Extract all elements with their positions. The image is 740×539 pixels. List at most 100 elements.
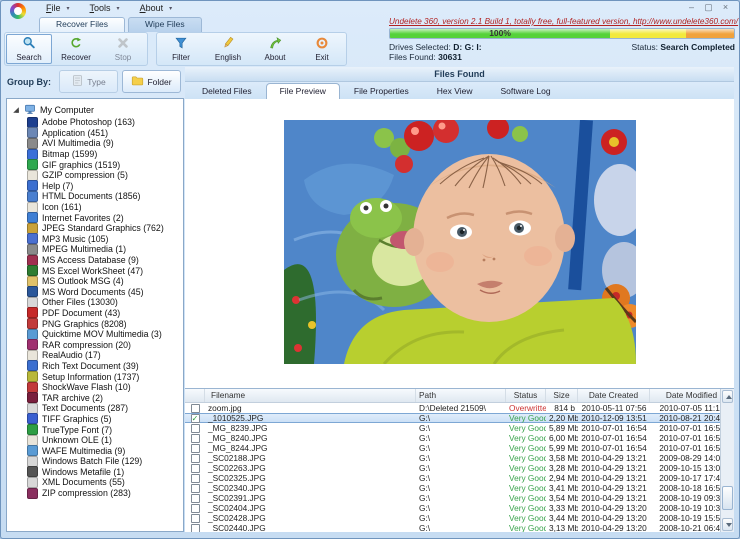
scroll-thumb[interactable]: [722, 486, 733, 511]
checkbox[interactable]: [190, 443, 200, 453]
tree-item-pdf-document[interactable]: PDF Document (43): [27, 307, 183, 319]
tree-item-mpeg-multimedia[interactable]: MPEG Multimedia (1): [27, 243, 183, 255]
close-icon[interactable]: ×: [719, 2, 732, 13]
ribbon-tab-bar: Recover Files Wipe Files: [39, 17, 202, 32]
tab-file-properties[interactable]: File Properties: [340, 83, 423, 99]
tree-item-zip-compression[interactable]: ZIP compression (283): [27, 487, 183, 499]
tree-item-other-files[interactable]: Other Files (13030): [27, 296, 183, 308]
column-header-checkbox[interactable]: [185, 389, 205, 402]
tab-hex-view[interactable]: Hex View: [423, 83, 487, 99]
tree-item-xml-documents[interactable]: XML Documents (55): [27, 476, 183, 488]
table-row[interactable]: _SC02428.JPG G:\ Very Good 3,44 Mb 2010-04-2…: [185, 513, 734, 523]
table-row[interactable]: _MG_8244.JPG G:\ Very Good 5,99 Mb 2010-07-0…: [185, 443, 734, 453]
table-scrollbar[interactable]: [720, 389, 734, 532]
tree-item-tiff-graphics[interactable]: TIFF Graphics (5): [27, 413, 183, 425]
checkbox[interactable]: [190, 433, 200, 443]
menu-item-file[interactable]: File ▾: [46, 3, 70, 13]
table-row[interactable]: ✓ _1010525.JPG G:\ Very Good 2,20 Mb 2010-12-…: [185, 413, 734, 423]
menu-item-about[interactable]: About ▾: [140, 3, 173, 13]
table-row[interactable]: _MG_8239.JPG G:\ Very Good 5,89 Mb 2010-07-0…: [185, 423, 734, 433]
tree-item-rich-text-document[interactable]: Rich Text Document (39): [27, 360, 183, 372]
about-button[interactable]: About: [252, 34, 298, 64]
checkbox[interactable]: [190, 483, 200, 493]
tree-root-my-computer[interactable]: My Computer: [12, 104, 183, 116]
tree-item-png-graphics[interactable]: PNG Graphics (8208): [27, 318, 183, 330]
cell-filename: _MG_8239.JPG: [208, 423, 268, 433]
table-row[interactable]: _SC02325.JPG G:\ Very Good 2,94 Mb 2010-04-2…: [185, 473, 734, 483]
tree-item-gif-graphics[interactable]: GIF graphics (1519): [27, 159, 183, 171]
tree-item-truetype-font[interactable]: TrueType Font (7): [27, 424, 183, 436]
scroll-up-icon[interactable]: [722, 390, 733, 403]
table-row[interactable]: _SC02404.JPG G:\ Very Good 3,33 Mb 2010-04-2…: [185, 503, 734, 513]
column-header-size[interactable]: Size: [546, 389, 578, 402]
tree-item-application[interactable]: Application (451): [27, 127, 183, 139]
tree-item-ms-outlook-msg[interactable]: MS Outlook MSG (4): [27, 275, 183, 287]
checkbox[interactable]: [190, 403, 200, 413]
checkbox[interactable]: [190, 513, 200, 523]
tree-item-rar-compression[interactable]: RAR compression (20): [27, 339, 183, 351]
tree-item-avi-multimedia[interactable]: AVI Multimedia (9): [27, 137, 183, 149]
column-header-path[interactable]: Path: [416, 389, 506, 402]
checkbox[interactable]: [190, 423, 200, 433]
column-header-filename[interactable]: Filename: [205, 389, 416, 402]
ribbon-tab-recover-files[interactable]: Recover Files: [39, 17, 125, 32]
tree-item-setup-information[interactable]: Setup Information (1737): [27, 371, 183, 383]
table-row[interactable]: _SC02340.JPG G:\ Very Good 3,41 Mb 2010-04-2…: [185, 483, 734, 493]
tree-item-shockwave-flash[interactable]: ShockWave Flash (10): [27, 381, 183, 393]
cell-status: Overwritten: [509, 403, 546, 413]
table-row[interactable]: _SC02188.JPG G:\ Very Good 3,58 Mb 2010-04-2…: [185, 453, 734, 463]
scroll-down-icon[interactable]: [722, 518, 733, 531]
group-by-folder-button[interactable]: Folder: [122, 70, 181, 93]
checkbox[interactable]: [190, 463, 200, 473]
tree-item-internet-favorites[interactable]: Internet Favorites (2): [27, 212, 183, 224]
tree-item-icon[interactable]: Icon (161): [27, 201, 183, 213]
tree-item-ms-word-documents[interactable]: MS Word Documents (45): [27, 286, 183, 298]
tree-item-realaudio[interactable]: RealAudio (17): [27, 349, 183, 361]
table-row[interactable]: _SC02440.JPG G:\ Very Good 3,13 Mb 2010-04-2…: [185, 523, 734, 532]
tree-expander-icon[interactable]: [13, 107, 19, 113]
checkbox-checked[interactable]: ✓: [190, 413, 200, 423]
tree-item-ms-excel-worksheet[interactable]: MS Excel WorkSheet (47): [27, 265, 183, 277]
tree-item-html-documents[interactable]: HTML Documents (1856): [27, 190, 183, 202]
product-link[interactable]: Undelete 360, version 2.1 Build 1, total…: [389, 17, 738, 26]
tree-item-wafe-multimedia[interactable]: WAFE Multimedia (9): [27, 445, 183, 457]
tab-deleted-files[interactable]: Deleted Files: [188, 83, 266, 99]
ribbon-tab-wipe-files[interactable]: Wipe Files: [127, 17, 202, 32]
exit-button[interactable]: Exit: [299, 34, 345, 64]
tree-item-quicktime-mov-multimedia[interactable]: Quicktime MOV Multimedia (3): [27, 328, 183, 340]
tree-item-gzip-compression[interactable]: GZIP compression (5): [27, 169, 183, 181]
tree-item-tar-archive[interactable]: TAR archive (2): [27, 392, 183, 404]
tree-item-unknown-ole[interactable]: Unknown OLE (1): [27, 434, 183, 446]
recover-button[interactable]: Recover: [53, 34, 99, 64]
tree-item-jpeg-standard-graphics[interactable]: JPEG Standard Graphics (762): [27, 222, 183, 234]
table-row[interactable]: _MG_8240.JPG G:\ Very Good 6,00 Mb 2010-07-0…: [185, 433, 734, 443]
tree-item-help[interactable]: Help (7): [27, 180, 183, 192]
search-button[interactable]: Search: [6, 33, 52, 64]
column-header-date-created[interactable]: Date Created: [578, 389, 650, 402]
table-row[interactable]: _SC02263.JPG G:\ Very Good 3,28 Mb 2010-04-2…: [185, 463, 734, 473]
tree-item-windows-metafile[interactable]: Windows Metafile (1): [27, 466, 183, 478]
tab-file-preview[interactable]: File Preview: [265, 83, 340, 99]
tree-item-ms-access-database[interactable]: MS Access Database (9): [27, 254, 183, 266]
results-table: Filename Path Status Size Date Created Date M…: [185, 388, 734, 532]
tree-item-windows-batch-file[interactable]: Windows Batch File (129): [27, 455, 183, 467]
table-row[interactable]: zoom.jpg D:\Deleted 21509\ Overwritten 814 …: [185, 403, 734, 413]
tree-item-text-documents[interactable]: Text Documents (287): [27, 402, 183, 414]
maximize-icon[interactable]: ▢: [702, 2, 715, 13]
checkbox[interactable]: [190, 523, 200, 532]
checkbox[interactable]: [190, 503, 200, 513]
tree-item-adobe-photoshop[interactable]: Adobe Photoshop (163): [27, 116, 183, 128]
table-row[interactable]: _SC02391.JPG G:\ Very Good 3,54 Mb 2010-04-2…: [185, 493, 734, 503]
filter-button[interactable]: Filter: [158, 34, 204, 64]
column-header-status[interactable]: Status: [506, 389, 546, 402]
checkbox[interactable]: [190, 473, 200, 483]
tab-software-log[interactable]: Software Log: [486, 83, 564, 99]
english-button[interactable]: English: [205, 34, 251, 64]
tree-item-mp3-music[interactable]: MP3 Music (105): [27, 233, 183, 245]
tree-item-bitmap[interactable]: Bitmap (1599): [27, 148, 183, 160]
minimize-icon[interactable]: –: [685, 2, 698, 13]
checkbox[interactable]: [190, 453, 200, 463]
checkbox[interactable]: [190, 493, 200, 503]
mp3-file-icon: [27, 233, 38, 245]
menu-item-tools[interactable]: Tools ▾: [90, 3, 120, 13]
